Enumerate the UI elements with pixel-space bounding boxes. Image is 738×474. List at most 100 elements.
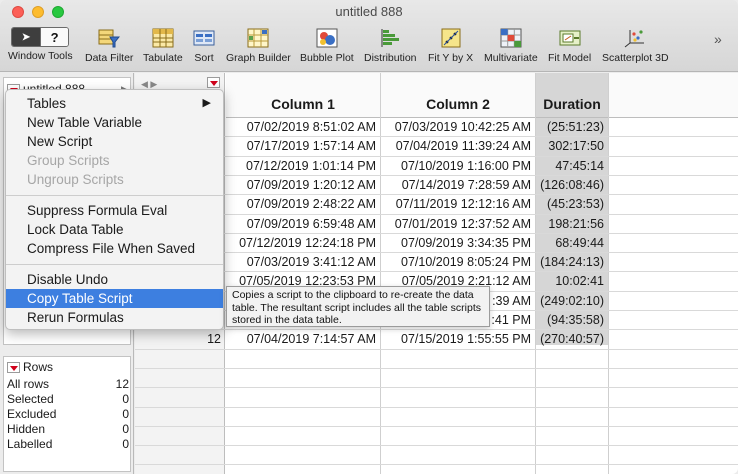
toolbar: untitled 888 ➤ ? Window Tools Data Filte… <box>0 0 738 72</box>
tabulate-icon <box>151 27 175 49</box>
rows-stat-row: Labelled 0 <box>7 437 129 451</box>
toolbar-fit-y-by-x[interactable]: Fit Y by X <box>428 27 473 64</box>
graph-builder-icon <box>246 27 270 49</box>
table-cell[interactable]: 07/10/2019 8:05:24 PM <box>381 253 535 272</box>
menu-item-tables[interactable]: Tables ▶ <box>6 94 223 113</box>
multivariate-icon <box>499 27 523 49</box>
table-cell[interactable]: 07/01/2019 12:37:52 AM <box>381 215 535 234</box>
rows-stat-row: Selected 0 <box>7 392 129 406</box>
toolbar-data-filter[interactable]: Data Filter <box>85 27 133 64</box>
columns-red-triangle-icon[interactable] <box>207 77 220 88</box>
rows-red-triangle-icon[interactable] <box>7 361 20 373</box>
row-divider <box>135 406 738 408</box>
rows-panel-header: Rows <box>7 360 53 374</box>
table-cell[interactable]: 07/14/2019 7:28:59 AM <box>381 176 535 195</box>
menu-item-group-scripts: Group Scripts <box>27 153 110 168</box>
toolbar-multivariate[interactable]: Multivariate <box>484 27 538 64</box>
toolbar-distribution[interactable]: Distribution <box>364 27 417 64</box>
menu-item-label: Tables <box>27 96 67 111</box>
menu-item-new-script[interactable]: New Script <box>6 132 223 151</box>
menu-item-rerun-formulas[interactable]: Rerun Formulas <box>6 308 223 327</box>
rows-stat-value: 0 <box>122 407 129 421</box>
table-cell[interactable]: 07/12/2019 1:01:14 PM <box>226 157 380 176</box>
menu-separator <box>6 195 223 196</box>
help-tool-icon: ? <box>39 28 69 46</box>
column-header[interactable]: Duration <box>536 73 608 118</box>
menu-item-lock-data-table[interactable]: Lock Data Table <box>6 220 223 239</box>
toolbar-fit-model[interactable]: Fit Model <box>548 27 591 64</box>
table-cell[interactable]: 07/15/2019 1:55:55 PM <box>381 330 535 349</box>
data-grid[interactable]: ◀ ▶ Column 1 Column 2 Duration 07/02/201… <box>135 73 738 474</box>
table-cell[interactable]: 07/09/2019 6:59:48 AM <box>226 215 380 234</box>
table-cell[interactable]: 07/03/2019 3:41:12 AM <box>226 253 380 272</box>
rows-stat-label: All rows <box>7 377 50 391</box>
toolbar-label: Fit Y by X <box>428 52 474 64</box>
submenu-arrow-icon: ▶ <box>202 97 211 109</box>
table-cell[interactable]: (270:40:57) <box>536 330 608 349</box>
toolbar-bubble-plot[interactable]: Bubble Plot <box>300 27 354 64</box>
toolbar-label: Bubble Plot <box>300 52 354 64</box>
table-cell[interactable]: 07/09/2019 2:48:22 AM <box>226 195 380 214</box>
toolbar-label: Tabulate <box>143 52 183 64</box>
grid-divider <box>608 73 609 474</box>
toolbar-label: Distribution <box>364 52 417 64</box>
table-cell[interactable]: 07/04/2019 7:14:57 AM <box>226 330 380 349</box>
toolbar-tabulate[interactable]: Tabulate <box>143 27 183 64</box>
bubble-plot-icon <box>315 27 339 49</box>
scatterplot-3d-icon <box>623 27 647 49</box>
row-number[interactable]: 12 <box>135 330 221 349</box>
empty-column-header[interactable] <box>609 73 738 118</box>
table-cell[interactable]: 07/09/2019 3:34:35 PM <box>381 234 535 253</box>
table-cell[interactable]: 07/09/2019 1:20:12 AM <box>226 176 380 195</box>
row-divider <box>135 464 738 466</box>
table-cell[interactable]: 07/04/2019 11:39:24 AM <box>381 137 535 156</box>
menu-item-disable-undo[interactable]: Disable Undo <box>6 270 223 289</box>
table-cell[interactable]: (45:23:53) <box>536 195 608 214</box>
app-window: untitled 888 ➤ ? Window Tools Data Filte… <box>0 0 738 474</box>
menu-item-suppress-formula-eval[interactable]: Suppress Formula Eval <box>6 201 223 220</box>
rows-stat-value: 0 <box>122 422 129 436</box>
table-cell[interactable]: 47:45:14 <box>536 157 608 176</box>
toolbar-label: Multivariate <box>484 52 538 64</box>
rows-stat-label: Hidden <box>7 422 46 436</box>
menu-separator <box>6 264 223 265</box>
table-cell[interactable]: 07/10/2019 1:16:00 PM <box>381 157 535 176</box>
rows-stat-label: Excluded <box>7 407 57 421</box>
row-divider <box>135 425 738 427</box>
column-header[interactable]: Column 2 <box>381 73 535 118</box>
table-cell[interactable]: 07/17/2019 1:57:14 AM <box>226 137 380 156</box>
table-cell[interactable]: 68:49:44 <box>536 234 608 253</box>
toolbar-label: Sort <box>194 52 214 64</box>
table-cell[interactable]: (25:51:23) <box>536 118 608 137</box>
rows-stat-value: 0 <box>122 392 129 406</box>
table-cell[interactable]: 10:02:41 <box>536 272 608 291</box>
toolbar-label: Scatterplot 3D <box>602 52 669 64</box>
table-cell[interactable]: 07/03/2019 10:42:25 AM <box>381 118 535 137</box>
toolbar-scatterplot-3d[interactable]: Scatterplot 3D <box>602 27 669 64</box>
table-cell[interactable]: (184:24:13) <box>536 253 608 272</box>
column-header[interactable]: Column 1 <box>226 73 380 118</box>
table-cell[interactable]: 302:17:50 <box>536 137 608 156</box>
row-divider <box>135 387 738 389</box>
table-cell[interactable]: 198:21:56 <box>536 215 608 234</box>
table-cell[interactable]: 07/12/2019 12:24:18 PM <box>226 234 380 253</box>
rows-stat-row: Excluded 0 <box>7 407 129 421</box>
menu-item-new-table-variable[interactable]: New Table Variable <box>6 113 223 132</box>
menu-item-copy-table-script[interactable]: Copy Table Script <box>6 289 223 308</box>
arrow-tool-icon: ➤ <box>12 28 40 46</box>
table-cell[interactable]: 07/11/2019 12:12:16 AM <box>381 195 535 214</box>
table-cell[interactable]: (126:08:46) <box>536 176 608 195</box>
data-filter-icon <box>97 27 121 49</box>
toolbar-overflow-icon[interactable]: » <box>714 31 722 47</box>
toolbar-sort[interactable]: Sort <box>192 27 216 64</box>
toolbar-label: Window Tools <box>8 50 73 62</box>
menu-item-compress-file[interactable]: Compress File When Saved <box>6 239 223 258</box>
rows-stat-row: All rows 12 <box>7 377 129 391</box>
table-cell[interactable]: (249:02:10) <box>536 292 608 311</box>
toolbar-window-tools[interactable]: ➤ ? Window Tools <box>8 27 73 62</box>
table-cell[interactable]: 07/02/2019 8:51:02 AM <box>226 118 380 137</box>
table-cell[interactable]: (94:35:58) <box>536 311 608 330</box>
rows-stat-label: Selected <box>7 392 54 406</box>
rows-stat-value: 12 <box>115 377 129 391</box>
toolbar-graph-builder[interactable]: Graph Builder <box>226 27 291 64</box>
